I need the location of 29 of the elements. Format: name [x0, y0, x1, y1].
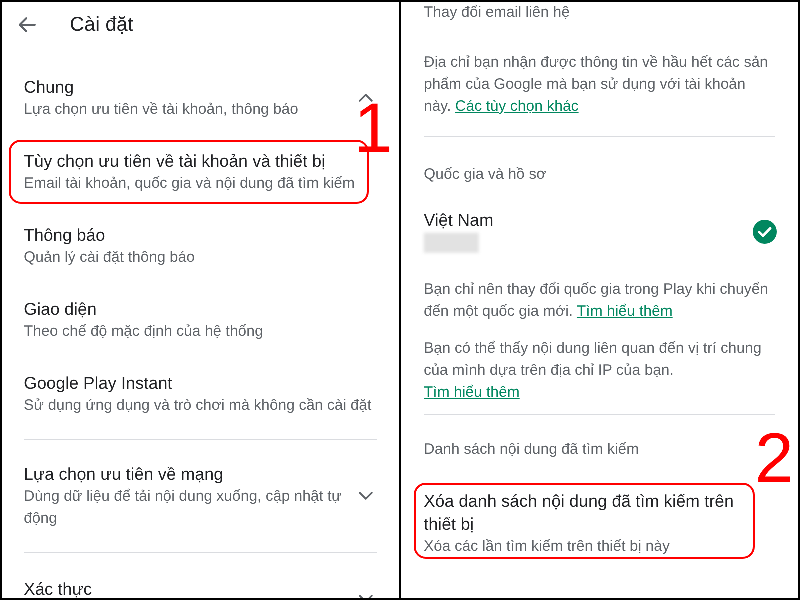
screen-title: Cài đặt [70, 13, 134, 38]
text-link[interactable]: Tìm hiểu thêm [576, 303, 673, 320]
info-text: Bạn chỉ nên thay đổi quốc gia trong Play khi chuyển đến một quốc gia mới. Tìm hiểu thêm [424, 280, 770, 322]
text-link[interactable]: Tìm hiểu thêm [424, 384, 520, 401]
setting-description: Dùng dữ liệu để tải nội dung xuống, cập nhật tự động [24, 487, 343, 529]
setting-title[interactable]: Xóa danh sách nội dung đã tìm kiếm trên thiết bị [424, 490, 746, 536]
setting-description: Quản lý cài đặt thông báo [24, 248, 196, 268]
setting-description: Email tài khoản, quốc gia và nội dung đã tìm kiếm [24, 174, 356, 194]
setting-description: Thay đổi email liên hệ [424, 3, 571, 23]
back-arrow-icon[interactable] [18, 17, 36, 33]
country-name[interactable]: Việt Nam [424, 210, 753, 232]
info-text: Địa chỉ bạn nhận được thông tin về hầu hết các sản phẩm của Google mà bạn sử dụng với tài khoản này. Các tùy chọn khác [424, 53, 770, 117]
setting-description: Sử dụng ứng dụng và trò chơi mà không cần cài đặt [24, 396, 373, 416]
section-title[interactable]: Lựa chọn ưu tiên về mạng [24, 464, 351, 486]
section-title[interactable]: Chung [24, 77, 351, 99]
step-number: 2 [755, 432, 794, 484]
section-header: Danh sách nội dung đã tìm kiếm [424, 440, 640, 460]
text-link[interactable]: Các tùy chọn khác [455, 98, 579, 115]
setting-description: Theo chế độ mặc định của hệ thống [24, 322, 264, 342]
setting-title[interactable]: Google Play Instant [24, 373, 381, 395]
step-number: 1 [354, 102, 393, 154]
setting-title[interactable]: Thông báo [24, 225, 381, 247]
setting-title[interactable]: Tùy chọn ưu tiên về tài khoản và thiết bị [24, 151, 381, 173]
info-text: Bạn có thể thấy nội dung liên quan đến vị trí chung của mình dựa trên địa chỉ IP của bạn. Tìm hiểu thêm [424, 339, 763, 403]
section-title[interactable]: Xác thực [24, 579, 351, 598]
setting-title[interactable]: Giao diện [24, 299, 381, 321]
setting-description: Lựa chọn ưu tiên về tài khoản, thông báo [24, 100, 300, 120]
section-header: Quốc gia và hồ sơ [424, 165, 548, 185]
setting-description: Xóa các lần tìm kiếm trên thiết bị này [424, 537, 671, 557]
